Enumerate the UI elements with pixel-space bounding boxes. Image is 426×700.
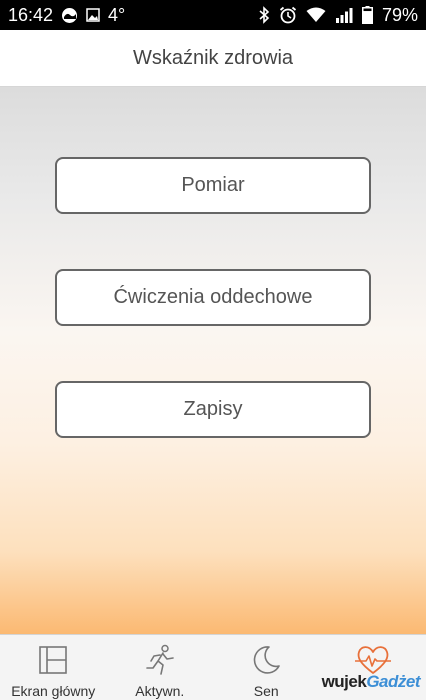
nav-item-sleep[interactable]: Sen: [213, 635, 320, 700]
home-layout-icon: [38, 643, 68, 677]
battery-icon: [361, 6, 373, 24]
temperature-text: 4°: [108, 4, 126, 25]
runner-icon: [143, 643, 177, 677]
weather-icon: [61, 7, 78, 24]
watermark-part1: wujek: [321, 672, 367, 691]
wifi-icon: [306, 7, 326, 23]
measurement-button-label: Pomiar: [181, 174, 245, 196]
nav-item-activity[interactable]: Aktywn.: [107, 635, 214, 700]
nav-label-home: Ekran główny: [11, 683, 96, 699]
moon-icon: [250, 643, 282, 677]
nav-label-sleep: Sen: [253, 683, 279, 699]
watermark-part2: Gadżet: [366, 672, 420, 691]
measurement-button[interactable]: Pomiar: [55, 157, 371, 214]
page-title: Wskaźnik zdrowia: [132, 46, 294, 69]
image-icon: [86, 8, 100, 22]
breathing-exercises-button-label: Ćwiczenia oddechowe: [113, 286, 313, 308]
signal-icon: [335, 7, 353, 23]
nav-item-home[interactable]: Ekran główny: [0, 635, 107, 700]
main-content: Pomiar Ćwiczenia oddechowe Zapisy: [0, 87, 426, 634]
battery-text: 79%: [381, 4, 418, 25]
alarm-icon: [279, 6, 297, 24]
nav-label-activity: Aktywn.: [135, 683, 185, 699]
status-time: 16:42: [8, 4, 54, 25]
watermark-logo: wujek Gadżet: [321, 672, 421, 692]
breathing-exercises-button[interactable]: Ćwiczenia oddechowe: [55, 269, 371, 326]
status-bar: 16:42 4° 79%: [0, 0, 426, 30]
bluetooth-icon: [258, 6, 270, 24]
app-header: Wskaźnik zdrowia: [0, 30, 426, 87]
records-button[interactable]: Zapisy: [55, 381, 371, 438]
records-button-label: Zapisy: [183, 398, 243, 420]
